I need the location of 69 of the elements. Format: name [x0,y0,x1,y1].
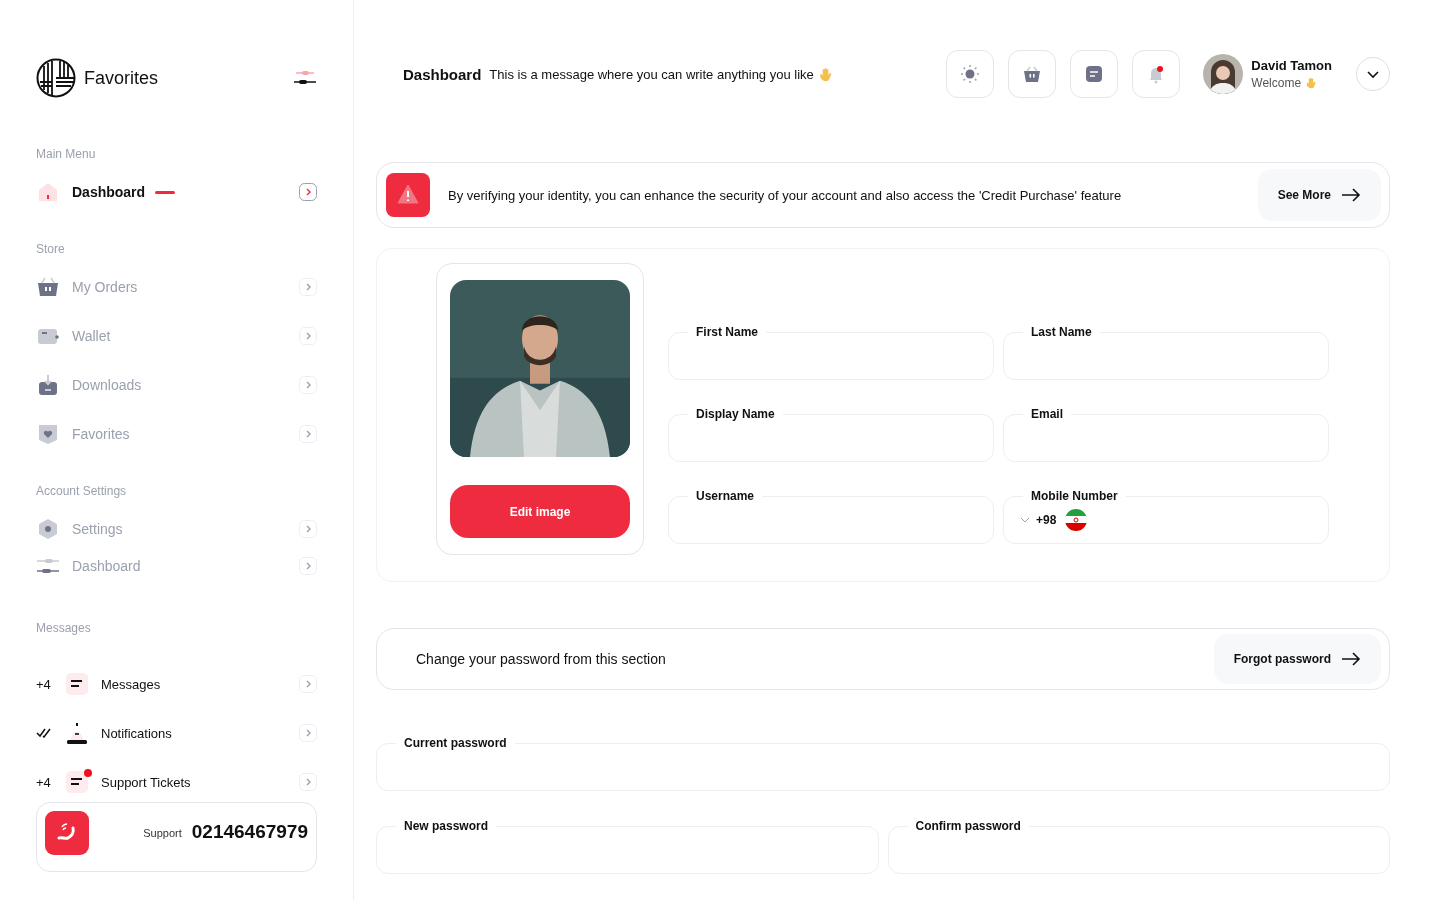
lines-icon [66,771,88,793]
cart-button[interactable] [1008,50,1057,98]
field-label: Last Name [1023,325,1100,339]
waving-hand-icon [817,66,833,82]
theme-button[interactable] [946,50,995,98]
lines-icon [66,673,88,695]
support-label: Support [143,827,182,839]
forgot-password-button[interactable]: Forgot password [1213,634,1381,684]
notification-dot [1157,66,1164,72]
waving-hand-icon [1305,77,1318,89]
password-hint: Change your password from this section [416,651,667,667]
chevron-right-icon [299,327,317,345]
alert-text: By verifying your identity, you can enhance the security of your account and also access the 'Credit Purchase' feature [448,187,1123,203]
chevron-right-icon [299,278,317,296]
user-greeting: Welcome [1251,76,1302,90]
messages-button[interactable] [1070,50,1119,98]
section-title: Messages [36,621,92,635]
basket-icon [36,275,60,299]
section-title: Main Menu [36,147,97,161]
field-label: Email [1023,407,1071,421]
notification-dot [84,769,92,777]
sliders-icon[interactable] [293,70,317,86]
chevron-down-icon [1020,517,1030,523]
header-message: This is a message where you can write anything you like [489,66,814,82]
sidebar-item[interactable]: Dashboard [36,179,317,205]
home-icon [36,180,60,204]
section-title: Account Settings [36,484,128,498]
brand-name: Favorites [84,67,160,89]
see-more-button[interactable]: See More [1257,169,1381,221]
chevron-right-icon [299,520,317,538]
arrow-right-icon [1341,188,1361,202]
chat-icon [1084,64,1105,84]
sidebar-item[interactable]: +4 Messages [36,671,317,697]
field-label: Current password [396,736,515,750]
logo-icon [36,58,76,98]
edit-image-button[interactable]: Edit image [450,485,630,538]
phone-icon[interactable] [45,811,89,855]
sun-icon [960,64,981,84]
double-check-icon [36,728,52,738]
sidebar-item[interactable]: +4 Support Tickets [36,769,317,795]
field-label: Confirm password [907,819,1029,833]
chevron-right-icon [299,675,317,693]
sidebar-item[interactable]: Notifications [36,720,317,746]
chevron-right-icon [299,724,317,742]
chevron-right-icon [299,425,317,443]
flag-icon [1065,509,1088,531]
heart-icon [36,422,60,446]
country-code: +98 [1036,513,1057,527]
notifications-button[interactable] [1132,50,1181,98]
bell-icon [66,722,88,744]
chevron-right-icon [299,557,317,575]
field-label: Username [688,489,763,503]
page-title: Dashboard [403,65,482,83]
field-label: New password [396,819,497,833]
basket-icon [1022,64,1043,84]
section-title: Store [36,242,66,256]
download-icon [36,373,60,397]
field-label: Display Name [688,407,783,421]
chevron-right-icon [299,376,317,394]
chevron-right-icon [299,183,317,201]
field-label: First Name [688,325,767,339]
support-phone: 02146467979 [191,821,308,843]
chevron-right-icon [299,773,317,791]
dropdown-button[interactable] [1356,57,1390,91]
warning-icon [386,173,430,217]
field-label: Mobile Number [1023,489,1126,503]
arrow-right-icon [1341,652,1361,666]
user-name: David Tamon [1251,58,1332,73]
gear-icon [36,517,60,541]
